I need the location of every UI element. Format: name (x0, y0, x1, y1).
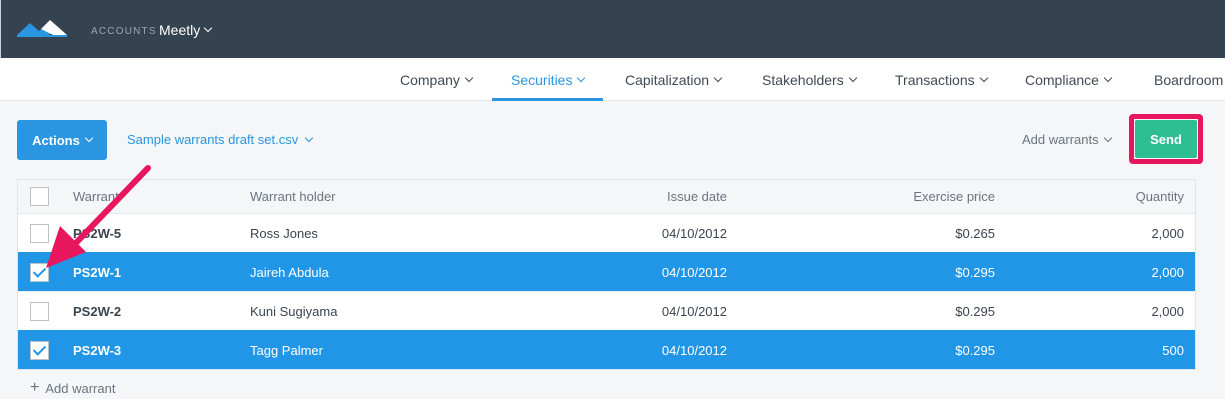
chevron-down-icon (84, 133, 94, 143)
brand-logo-icon[interactable] (17, 19, 67, 37)
add-warrant-label: Add warrant (45, 380, 116, 396)
row-checkbox[interactable] (30, 223, 49, 243)
issue-date: 04/10/2012 (661, 264, 727, 280)
chevron-down-icon (304, 133, 314, 142)
nav-item-label: Boardroom (1154, 71, 1224, 88)
account-name: Meetly (159, 22, 201, 38)
warrants-table: Warrant Warrant holder Issue date Exerci… (17, 179, 1196, 370)
column-header-quantity[interactable]: Quantity (1136, 180, 1184, 213)
warrant-id: PS2W-3 (73, 342, 122, 358)
chevron-down-icon (848, 73, 857, 82)
account-switcher[interactable]: Meetly (159, 22, 213, 38)
exercise-price: $0.295 (955, 303, 995, 319)
accounts-label: ACCOUNTS (91, 26, 157, 37)
exercise-price: $0.295 (955, 264, 995, 280)
nav-item-label: Compliance (1025, 71, 1099, 88)
row-checkbox[interactable] (30, 340, 49, 360)
nav-item-boardroom[interactable]: Boardroom (1154, 58, 1223, 101)
column-header-holder[interactable]: Warrant holder (250, 180, 336, 213)
chevron-down-icon (464, 73, 474, 82)
draft-set-label: Sample warrants draft set.csv (127, 132, 299, 147)
column-header-warrant[interactable]: Warrant (73, 180, 119, 213)
warrant-holder: Kuni Sugiyama (250, 303, 338, 319)
select-all-checkbox[interactable] (30, 187, 49, 206)
nav-item-label: Securities (511, 71, 573, 88)
nav-item-transactions[interactable]: Transactions (895, 58, 988, 101)
warrant-holder: Tagg Palmer (250, 342, 323, 358)
draft-set-dropdown[interactable]: Sample warrants draft set.csv (127, 132, 314, 147)
chevron-down-icon (979, 73, 988, 82)
exercise-price: $0.265 (955, 225, 995, 241)
column-header-exercise-price[interactable]: Exercise price (913, 180, 995, 213)
quantity: 2,000 (1151, 303, 1184, 319)
nav-item-label: Capitalization (625, 71, 710, 88)
add-warrants-dropdown[interactable]: Add warrants (1022, 132, 1112, 147)
add-warrant-link[interactable]: + Add warrant (30, 380, 115, 396)
nav-item-capitalization[interactable]: Capitalization (625, 58, 723, 101)
row-checkbox[interactable] (30, 262, 49, 282)
table-row[interactable]: PS2W-2 Kuni Sugiyama 04/10/2012 $0.295 2… (18, 291, 1195, 330)
nav-item-company[interactable]: Company (400, 58, 474, 101)
issue-date: 04/10/2012 (661, 342, 727, 358)
add-warrants-label: Add warrants (1022, 132, 1099, 147)
nav-item-label: Company (400, 71, 460, 88)
quantity: 2,000 (1151, 264, 1184, 280)
table-row[interactable]: PS2W-5 Ross Jones 04/10/2012 $0.265 2,00… (18, 213, 1195, 252)
row-checkbox[interactable] (30, 301, 49, 321)
main-nav: Company Securities Capitalization Stakeh… (0, 58, 1225, 101)
chevron-down-icon (713, 73, 723, 82)
chevron-down-icon (577, 73, 586, 82)
issue-date: 04/10/2012 (661, 225, 727, 241)
column-header-issue-date[interactable]: Issue date (667, 180, 727, 213)
exercise-price: $0.295 (955, 342, 995, 358)
chevron-down-icon (1103, 73, 1113, 82)
plus-icon: + (30, 379, 40, 396)
table-row[interactable]: PS2W-3 Tagg Palmer 04/10/2012 $0.295 500 (18, 330, 1195, 369)
warrant-holder: Ross Jones (250, 225, 318, 241)
nav-item-label: Stakeholders (762, 71, 844, 88)
chevron-down-icon (1103, 133, 1112, 142)
warrant-holder: Jaireh Abdula (250, 264, 329, 280)
nav-item-stakeholders[interactable]: Stakeholders (762, 58, 857, 101)
warrant-id: PS2W-1 (73, 264, 122, 280)
quantity: 2,000 (1151, 225, 1184, 241)
actions-button[interactable]: Actions (17, 120, 107, 160)
table-row[interactable]: PS2W-1 Jaireh Abdula 04/10/2012 $0.295 2… (18, 252, 1195, 291)
actions-button-label: Actions (32, 132, 80, 148)
table-header-row: Warrant Warrant holder Issue date Exerci… (18, 180, 1195, 213)
nav-item-securities[interactable]: Securities (491, 58, 605, 101)
quantity: 500 (1162, 342, 1184, 358)
warrant-id: PS2W-2 (73, 303, 122, 319)
send-button[interactable]: Send (1135, 120, 1197, 158)
chevron-down-icon (203, 23, 213, 33)
nav-item-label: Transactions (895, 71, 975, 88)
top-bar: ACCOUNTS Meetly (0, 0, 1225, 58)
nav-item-compliance[interactable]: Compliance (1025, 58, 1113, 101)
issue-date: 04/10/2012 (661, 303, 727, 319)
warrant-id: PS2W-5 (73, 225, 122, 241)
